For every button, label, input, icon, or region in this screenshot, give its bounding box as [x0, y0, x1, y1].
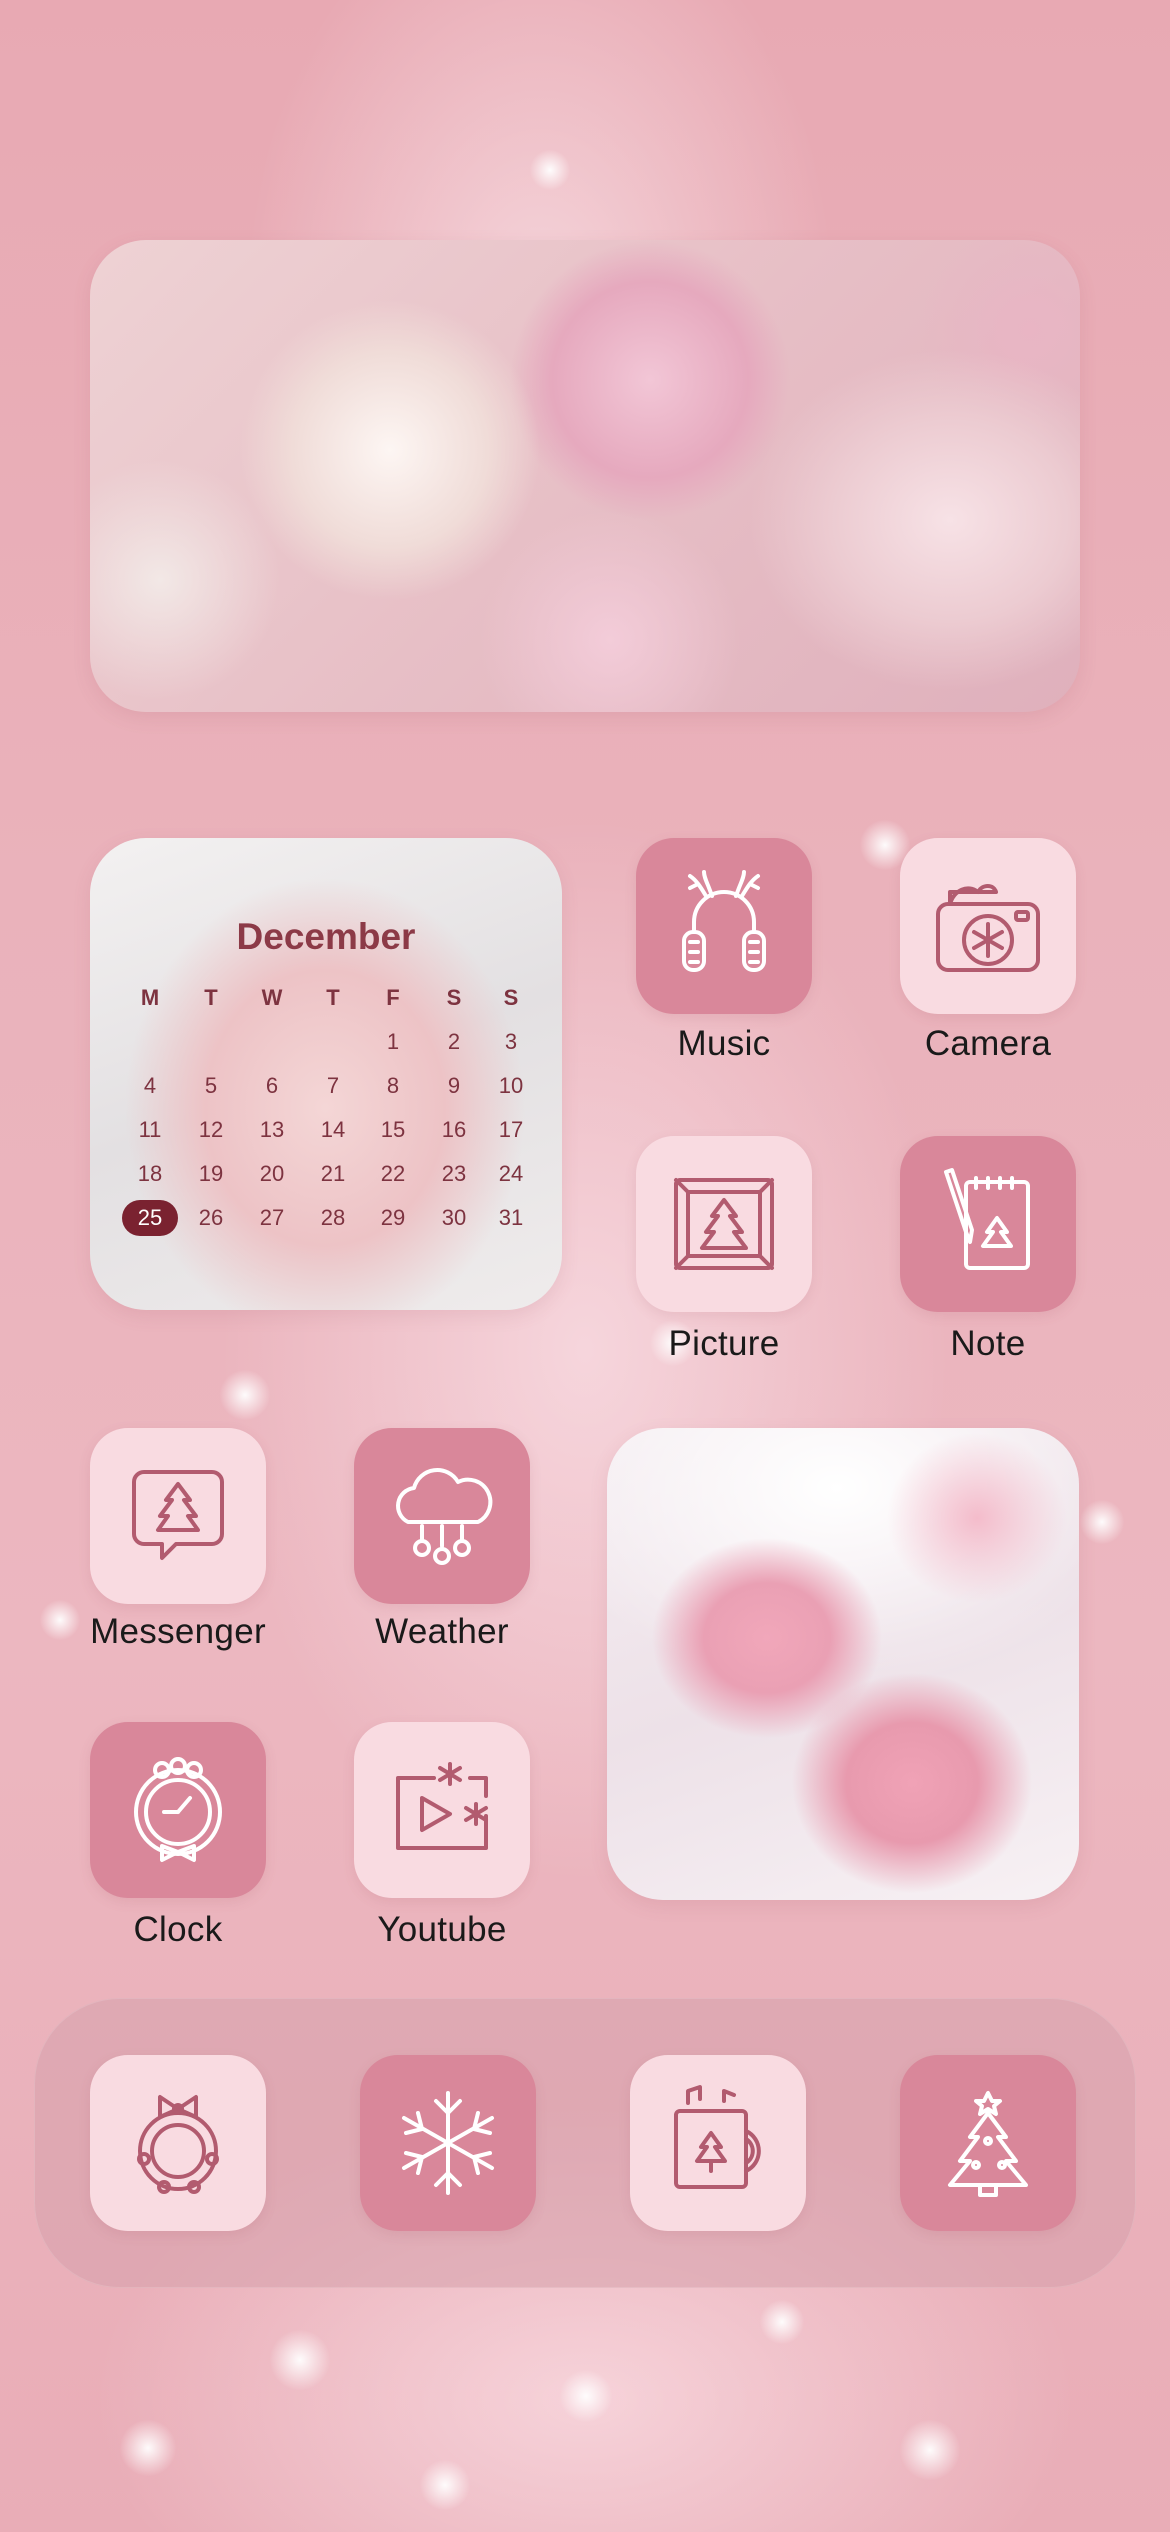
bokeh-light — [900, 2420, 960, 2480]
christmas-tree-icon[interactable] — [900, 2055, 1076, 2231]
calendar-day: 13 — [259, 1117, 285, 1142]
picture-app-icon[interactable] — [636, 1136, 812, 1312]
note-app-icon[interactable] — [900, 1136, 1076, 1312]
bokeh-light — [220, 1370, 270, 1420]
note-label: Note — [950, 1324, 1026, 1363]
calendar-day: 10 — [498, 1073, 524, 1098]
camera-label: Camera — [924, 1024, 1052, 1063]
calendar-weekday: T — [204, 985, 218, 1010]
calendar-day: 30 — [441, 1205, 467, 1230]
camera-app-icon[interactable] — [900, 838, 1076, 1014]
weather-label: Weather — [375, 1612, 509, 1651]
calendar-widget[interactable]: December M T W T F S S 1 2 3 4 5 6 7 8 9 10 11 12 13 14 15 16 1… — [90, 838, 562, 1310]
bokeh-light — [1080, 1500, 1124, 1544]
calendar-day: 6 — [265, 1073, 279, 1098]
messenger-label: Messenger — [90, 1612, 266, 1651]
photo-widget-hearts[interactable] — [607, 1428, 1079, 1900]
bokeh-light — [120, 2420, 176, 2476]
music-mug-icon[interactable] — [630, 2055, 806, 2231]
calendar-day: 5 — [204, 1073, 218, 1098]
calendar-day: 11 — [138, 1117, 162, 1142]
clock-app-icon[interactable] — [90, 1722, 266, 1898]
calendar-day: 26 — [198, 1205, 224, 1230]
calendar-day: 19 — [198, 1161, 224, 1186]
calendar-day: 21 — [320, 1161, 346, 1186]
calendar-day: 28 — [320, 1205, 346, 1230]
calendar-weekday: F — [386, 985, 400, 1010]
calendar-day: 17 — [498, 1117, 524, 1142]
calendar-day: 4 — [143, 1073, 157, 1098]
camera-icon — [936, 884, 1040, 972]
calendar-weekday: T — [326, 985, 340, 1010]
clock-label: Clock — [133, 1910, 223, 1949]
bokeh-light — [530, 150, 570, 190]
picture-label: Picture — [668, 1324, 780, 1363]
youtube-label: Youtube — [377, 1910, 507, 1949]
snow-cloud-icon — [396, 1468, 493, 1565]
calendar-day: 15 — [380, 1117, 406, 1142]
framed-tree-icon — [674, 1178, 774, 1270]
calendar-day: 22 — [380, 1161, 406, 1186]
notepad-icon — [944, 1168, 1030, 1270]
weather-app-icon[interactable] — [354, 1428, 530, 1604]
bokeh-light — [560, 2370, 612, 2422]
calendar-day: 9 — [447, 1073, 461, 1098]
calendar-day: 24 — [498, 1161, 524, 1186]
bokeh-light — [270, 2330, 330, 2390]
calendar-today: 25 — [122, 1200, 178, 1236]
headphones-antlers-icon — [682, 870, 766, 972]
calendar-weekday: S — [446, 985, 462, 1010]
calendar-day: 14 — [320, 1117, 346, 1142]
calendar-day: 2 — [447, 1029, 461, 1054]
calendar-weekday: S — [503, 985, 519, 1010]
calendar-day: 16 — [441, 1117, 467, 1142]
calendar-weekday: W — [261, 985, 283, 1010]
wreath-clock-icon — [134, 1757, 222, 1862]
calendar-day: 7 — [326, 1073, 340, 1098]
calendar-day: 31 — [498, 1205, 524, 1230]
calendar-day: 8 — [386, 1073, 400, 1098]
video-play-icon — [396, 1762, 488, 1850]
wreath-icon[interactable] — [90, 2055, 266, 2231]
bokeh-light — [420, 2460, 470, 2510]
calendar-day: 29 — [380, 1205, 406, 1230]
calendar-day: 20 — [259, 1161, 285, 1186]
calendar-day: 18 — [137, 1161, 163, 1186]
music-label: Music — [677, 1024, 771, 1063]
music-app-icon[interactable] — [636, 838, 812, 1014]
bokeh-light — [760, 2300, 804, 2344]
calendar-day: 23 — [441, 1161, 467, 1186]
calendar-day: 3 — [504, 1029, 518, 1054]
calendar-day: 27 — [259, 1205, 285, 1230]
snowflake-icon[interactable] — [360, 2055, 536, 2231]
calendar-day: 12 — [198, 1117, 224, 1142]
messenger-app-icon[interactable] — [90, 1428, 266, 1604]
calendar-day: 1 — [386, 1029, 400, 1054]
calendar-month: December — [236, 916, 416, 957]
chat-bubble-tree-icon — [132, 1470, 224, 1560]
youtube-app-icon[interactable] — [354, 1722, 530, 1898]
calendar-weekday: M — [140, 985, 160, 1010]
photo-widget-ornaments[interactable] — [90, 240, 1080, 712]
